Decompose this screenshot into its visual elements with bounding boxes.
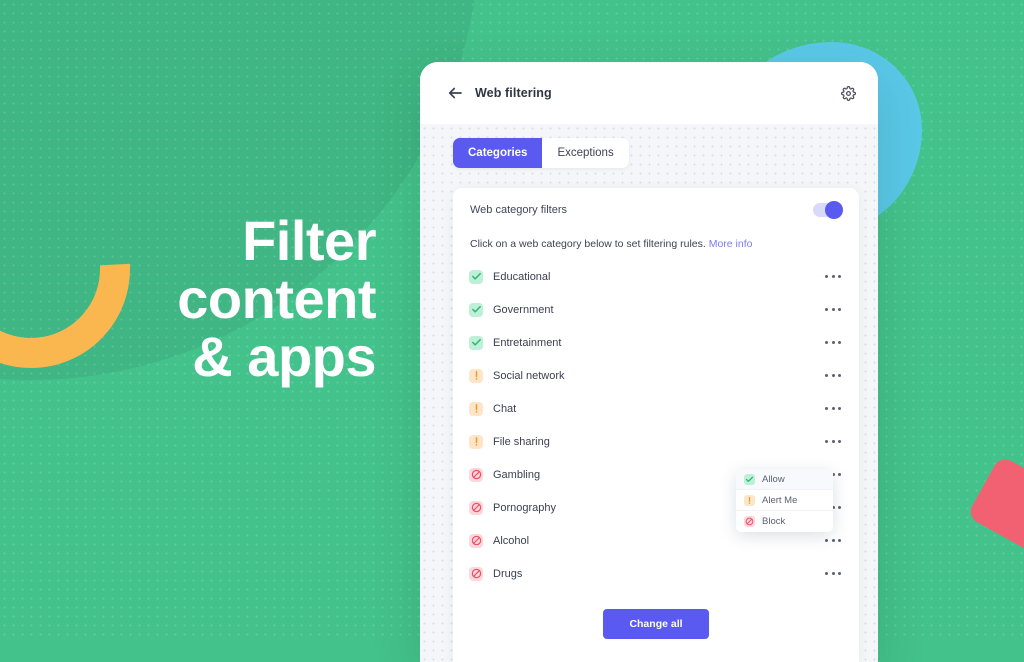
- tab-bar: Categories Exceptions: [453, 138, 629, 168]
- more-info-link[interactable]: More info: [709, 238, 753, 250]
- filtering-hint-text: Click on a web category below to set fil…: [470, 238, 706, 250]
- category-label: Government: [493, 303, 554, 316]
- tab-categories[interactable]: Categories: [453, 138, 543, 168]
- exclamation-icon: [469, 368, 483, 383]
- more-horizontal-icon[interactable]: [825, 275, 843, 278]
- prohibited-icon: [744, 516, 755, 527]
- category-label: Drugs: [493, 567, 523, 580]
- menu-item-label: Allow: [762, 473, 785, 485]
- change-all-button[interactable]: Change all: [603, 609, 709, 639]
- more-horizontal-icon[interactable]: [825, 440, 843, 443]
- exclamation-icon: [469, 434, 483, 449]
- exclamation-icon: [469, 401, 483, 416]
- headline-line-2: content: [177, 267, 376, 331]
- more-horizontal-icon[interactable]: [825, 308, 843, 311]
- category-label: Educational: [493, 270, 551, 283]
- web-category-filters-toggle[interactable]: [813, 201, 843, 219]
- app-body: Categories Exceptions Web category filte…: [420, 124, 878, 662]
- category-row-educational[interactable]: Educational: [469, 260, 843, 293]
- app-bar: Web filtering: [420, 62, 878, 124]
- marketing-headline: Filter content & apps: [40, 209, 376, 389]
- menu-item-alert-me[interactable]: Alert Me: [736, 490, 833, 511]
- more-horizontal-icon[interactable]: [825, 407, 843, 410]
- web-category-filters-label: Web category filters: [470, 204, 568, 216]
- exclamation-icon: [744, 494, 755, 506]
- arrow-left-icon[interactable]: [446, 84, 464, 102]
- menu-item-allow[interactable]: Allow: [736, 469, 833, 490]
- menu-item-block[interactable]: Block: [736, 511, 833, 532]
- category-label: File sharing: [493, 435, 550, 448]
- category-row-chat[interactable]: Chat: [469, 392, 843, 425]
- menu-item-label: Block: [762, 516, 786, 527]
- gear-icon[interactable]: [841, 85, 856, 101]
- prohibited-icon: [469, 533, 483, 548]
- more-horizontal-icon[interactable]: [825, 374, 843, 377]
- toggle-knob: [825, 201, 843, 219]
- filtering-hint: Click on a web category below to set fil…: [469, 232, 843, 260]
- prohibited-icon: [469, 500, 483, 515]
- category-row-entretainment[interactable]: Entretainment: [469, 326, 843, 359]
- change-all-wrap: Change all: [469, 590, 843, 639]
- web-category-panel: Web category filters Click on a web cate…: [453, 188, 859, 662]
- category-label: Social network: [493, 369, 565, 382]
- filtering-rule-menu: Allow Alert Me Block: [736, 469, 833, 532]
- more-horizontal-icon[interactable]: [825, 539, 843, 542]
- menu-item-label: Alert Me: [762, 494, 798, 506]
- check-icon: [744, 473, 755, 485]
- category-label: Alcohol: [493, 534, 530, 547]
- check-icon: [469, 269, 483, 284]
- check-icon: [469, 335, 483, 350]
- category-row-social-network[interactable]: Social network: [469, 359, 843, 392]
- category-label: Chat: [493, 402, 517, 415]
- category-row-government[interactable]: Government: [469, 293, 843, 326]
- check-icon: [469, 302, 483, 317]
- web-category-filters-row: Web category filters: [469, 188, 843, 232]
- prohibited-icon: [469, 566, 483, 581]
- category-row-drugs[interactable]: Drugs: [469, 557, 843, 590]
- prohibited-icon: [469, 467, 483, 482]
- device-card: Web filtering Categories Exceptions Web …: [420, 62, 878, 662]
- category-label: Entretainment: [493, 336, 562, 349]
- headline-line-1: Filter: [242, 209, 376, 272]
- more-horizontal-icon[interactable]: [825, 341, 843, 344]
- category-row-file-sharing[interactable]: File sharing: [469, 425, 843, 458]
- page-title: Web filtering: [475, 86, 552, 100]
- more-horizontal-icon[interactable]: [825, 572, 843, 575]
- tab-exceptions[interactable]: Exceptions: [542, 138, 629, 168]
- headline-line-3: & apps: [192, 325, 376, 389]
